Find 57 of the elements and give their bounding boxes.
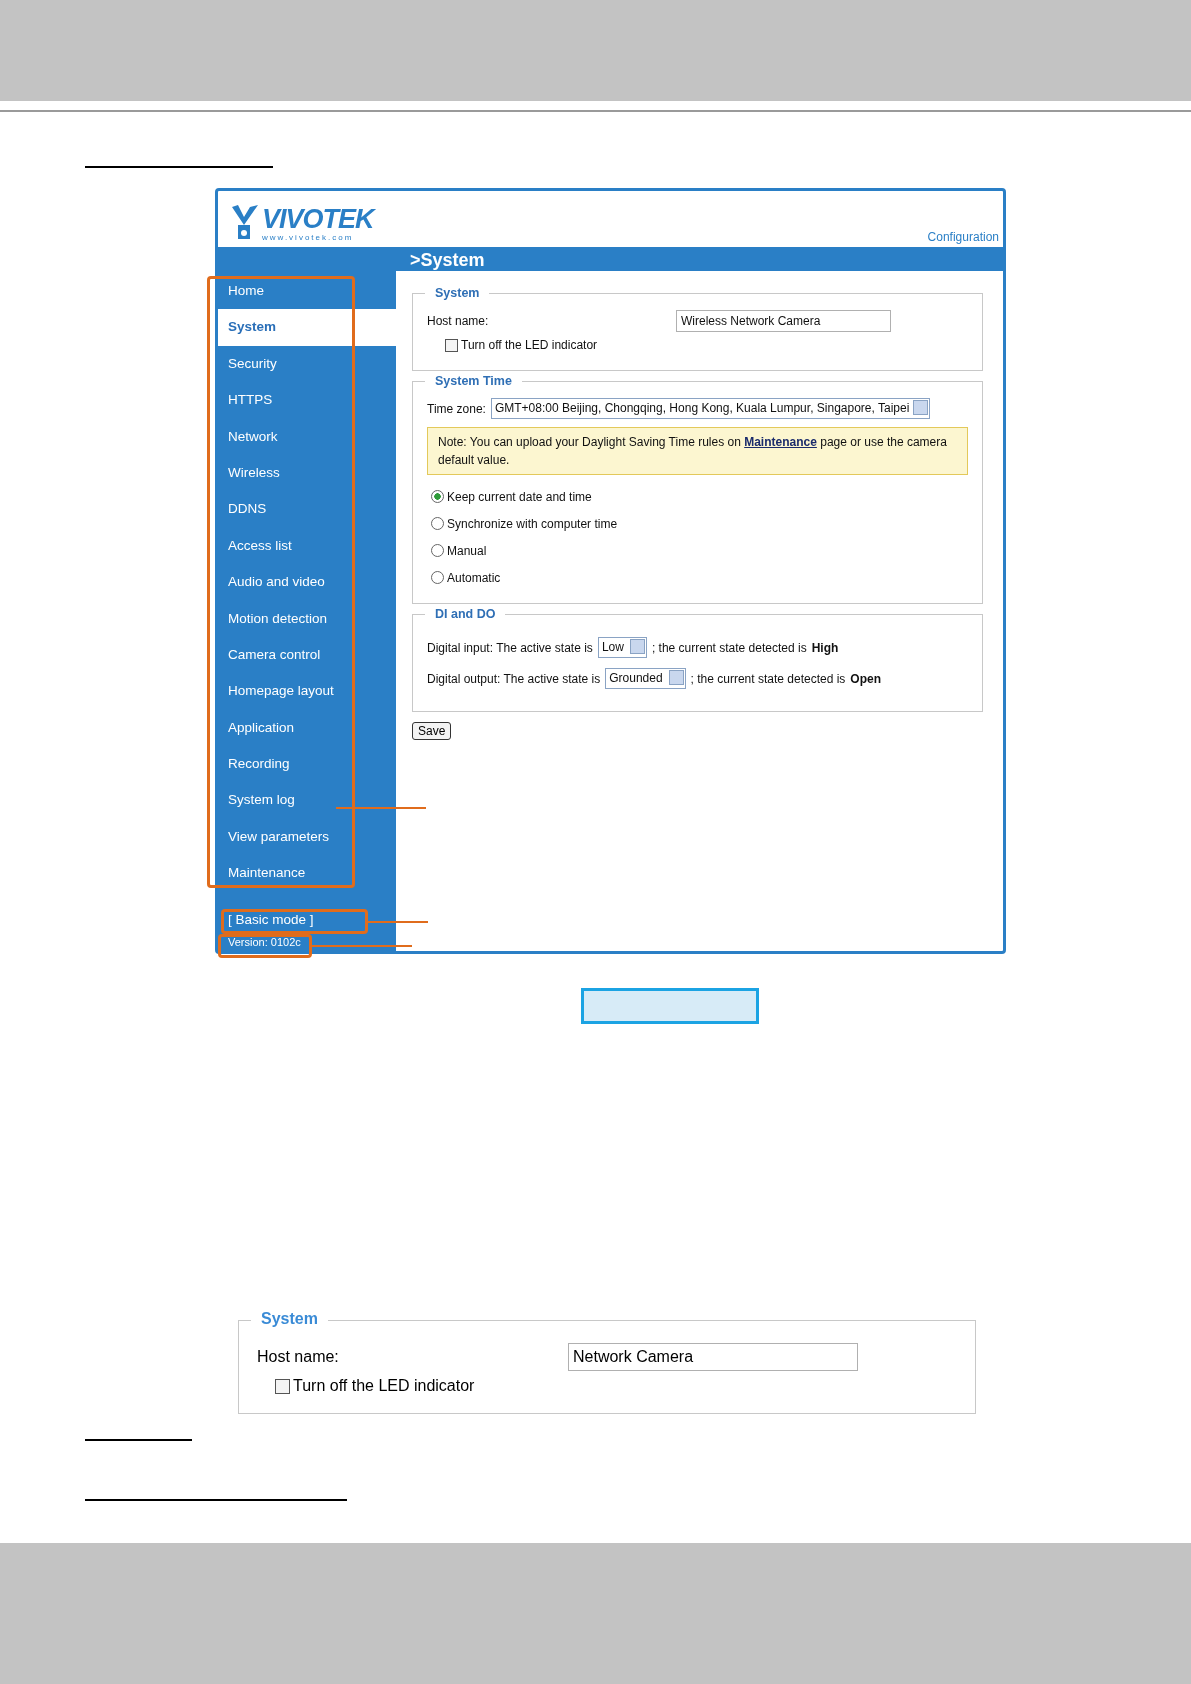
radio-button[interactable] [431, 517, 444, 530]
current-state-value: Open [850, 671, 881, 686]
current-state-value: High [811, 640, 839, 655]
sidebar-item[interactable]: Access list [218, 527, 396, 565]
host-name-label: Host name: [257, 1348, 340, 1366]
configuration-link[interactable]: Configuration [927, 230, 1003, 247]
note-text: Note: You can upload your Daylight Saving Time rules on Maintenance page or use the camera default value. [438, 435, 947, 467]
state-dropdown[interactable]: Grounded [605, 668, 686, 689]
led-checkbox-label: Turn off the LED indicator [461, 338, 598, 352]
leader-line [368, 921, 428, 923]
sidebar-item[interactable]: Wireless [218, 454, 396, 492]
fieldset-legend: System [425, 286, 490, 300]
radio-label: Automatic [447, 570, 501, 585]
radio-button[interactable] [431, 544, 444, 557]
brand-logo: VIVOTEK [262, 204, 374, 233]
host-name-label: Host name: [427, 314, 490, 328]
page-title-bar: >System [396, 247, 1003, 271]
fieldset-legend: System Time [425, 374, 522, 388]
sidebar-item[interactable]: System log [218, 782, 396, 819]
time-zone-dropdown[interactable]: GMT+08:00 Beijing, Chongqing, Hong Kong, Kuala Lumpur, Singapore, Taipei [490, 398, 931, 419]
radio-button[interactable] [431, 571, 444, 584]
sidebar-item[interactable]: Home [218, 273, 396, 310]
sidebar-item[interactable]: View parameters [218, 818, 396, 856]
sidebar-item[interactable]: Audio and video [218, 564, 396, 601]
sidebar-item[interactable]: Maintenance [218, 855, 396, 892]
radio-label: Synchronize with computer time [447, 516, 618, 531]
sidebar-item[interactable]: System [218, 309, 396, 346]
radio-label: Manual [447, 543, 487, 558]
sidebar-item[interactable]: HTTPS [218, 382, 396, 419]
logo-url: www.vivotek.com [262, 232, 355, 242]
led-checkbox-label: Turn off the LED indicator [293, 1377, 475, 1395]
basic-mode-link[interactable]: [ Basic mode ] [228, 912, 314, 927]
fieldset-legend: System [251, 1310, 328, 1328]
radio-button[interactable] [431, 490, 444, 503]
led-checkbox[interactable] [445, 338, 458, 352]
sidebar-item[interactable]: Network [218, 418, 396, 455]
state-label: Digital input: The active state is [427, 640, 593, 655]
led-checkbox[interactable] [275, 1378, 290, 1394]
sidebar-item[interactable]: Security [218, 345, 396, 383]
state-label: ; the current state detected is [690, 671, 846, 686]
save-button[interactable]: Save [412, 722, 452, 740]
host-name-field[interactable]: Wireless Network Camera [676, 310, 891, 332]
time-zone-label: Time zone: [427, 401, 486, 416]
state-dropdown[interactable]: Low [597, 637, 647, 658]
version-label: Version: 0102c [228, 936, 301, 949]
sidebar-item[interactable]: Motion detection [218, 600, 396, 637]
state-label: Digital output: The active state is [427, 671, 601, 686]
sidebar-item[interactable]: Homepage layout [218, 673, 396, 710]
state-label: ; the current state detected is [651, 640, 807, 655]
radio-label: Keep current date and time [447, 489, 592, 504]
sidebar-item[interactable]: DDNS [218, 491, 396, 528]
sidebar-item[interactable]: Recording [218, 746, 396, 783]
host-name-field[interactable]: Network Camera [568, 1343, 858, 1371]
maintenance-link[interactable]: Maintenance [744, 435, 817, 449]
sidebar-item[interactable]: Camera control [218, 636, 396, 674]
sidebar-item[interactable]: Application [218, 709, 396, 747]
fieldset-legend: DI and DO [425, 607, 506, 621]
